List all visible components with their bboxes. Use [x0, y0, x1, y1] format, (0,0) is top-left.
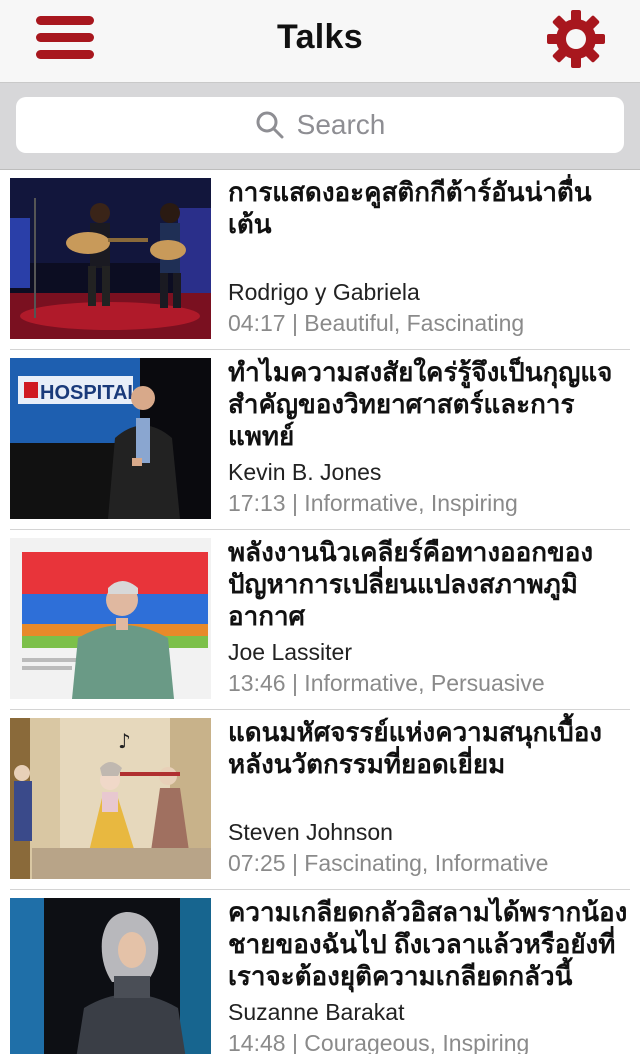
page-title: Talks — [277, 18, 363, 56]
talk-title: ทำไมความสงสัยใคร่รู้จึงเป็นกุญแจสำคัญของ… — [228, 357, 613, 451]
talk-title: การแสดงอะคูสติกกีต้าร์อันน่าตื่นเต้น — [228, 177, 592, 239]
talks-screen: Talks Search การแสดงอะคูสติกกีต้าร์อันน่… — [0, 0, 640, 1054]
hospital-sign: HOSPITAL — [40, 382, 140, 404]
talk-row[interactable]: ♪ แดนมหัศจรรย์แห่งความสนุกเบื้องหลังนวัต… — [0, 710, 640, 890]
search-input[interactable]: Search — [16, 97, 624, 153]
search-placeholder: Search — [296, 109, 386, 140]
talk-title: พลังงานนิวเคลียร์คือทางออกของปัญหาการเปล… — [228, 537, 594, 631]
talk-thumbnail — [10, 898, 211, 1054]
nav-bar: Talks — [0, 0, 640, 83]
search-icon — [256, 111, 284, 139]
speaker-name: Rodrigo y Gabriela — [228, 279, 420, 305]
speaker-name: Joe Lassiter — [228, 639, 353, 665]
talk-row[interactable]: ความเกลียดกลัวอิสลามได้พรากน้องชายของฉัน… — [0, 890, 640, 1054]
talk-meta: 14:48 | Courageous, Inspiring — [228, 1030, 530, 1054]
gear-icon[interactable] — [546, 9, 606, 69]
talk-meta: 13:46 | Informative, Persuasive — [228, 670, 545, 696]
talk-thumbnail: HOSPITAL — [10, 358, 211, 519]
talk-thumbnail: ♪ — [10, 718, 211, 879]
talk-title: ความเกลียดกลัวอิสลามได้พรากน้องชายของฉัน… — [228, 897, 628, 991]
speaker-name: Steven Johnson — [228, 819, 393, 845]
talk-row[interactable]: การแสดงอะคูสติกกีต้าร์อันน่าตื่นเต้น Rod… — [0, 170, 640, 350]
talk-thumbnail — [10, 178, 211, 339]
talk-meta: 07:25 | Fascinating, Informative — [228, 850, 549, 876]
search-bar: Search — [0, 83, 640, 170]
talk-thumbnail — [10, 538, 211, 699]
talk-row[interactable]: พลังงานนิวเคลียร์คือทางออกของปัญหาการเปล… — [0, 530, 640, 710]
speaker-name: Kevin B. Jones — [228, 459, 382, 485]
talk-meta: 04:17 | Beautiful, Fascinating — [228, 310, 525, 336]
svg-text:♪: ♪ — [118, 729, 131, 753]
talk-row[interactable]: HOSPITAL ทำไมความสงสัยใคร่รู้จึงเป็นกุญแ… — [0, 350, 640, 530]
talk-meta: 17:13 | Informative, Inspiring — [228, 490, 518, 516]
speaker-name: Suzanne Barakat — [228, 999, 405, 1025]
talk-title: แดนมหัศจรรย์แห่งความสนุกเบื้องหลังนวัตกร… — [228, 717, 603, 779]
